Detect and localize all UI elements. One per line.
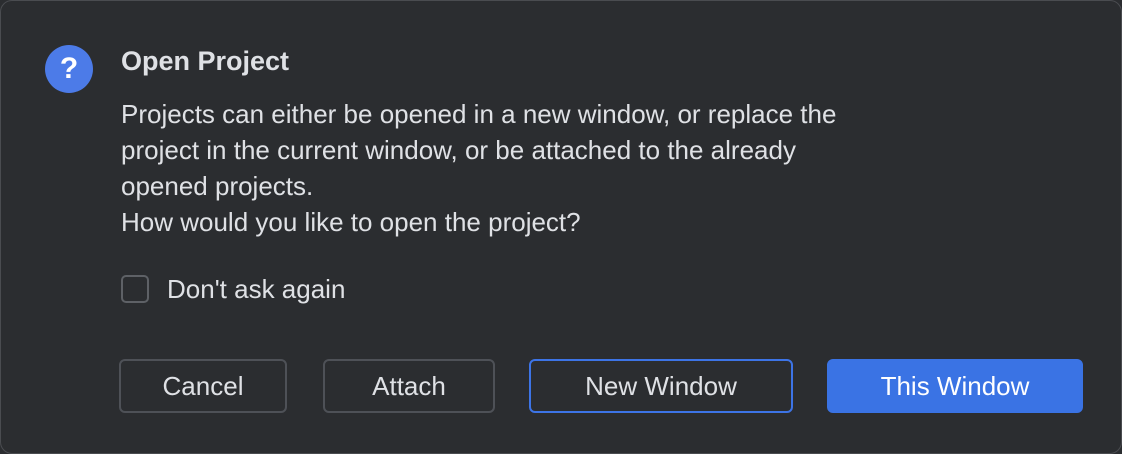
question-glyph: ? <box>59 52 79 85</box>
dialog-message: Projects can either be opened in a new w… <box>121 96 1001 240</box>
message-line: project in the current window, or be att… <box>121 135 796 165</box>
message-line: Projects can either be opened in a new w… <box>121 99 837 129</box>
attach-button[interactable]: Attach <box>323 359 495 413</box>
question-icon: ? <box>45 45 93 93</box>
new-window-button[interactable]: New Window <box>529 359 793 413</box>
message-line: opened projects. <box>121 171 314 201</box>
open-project-dialog: ? Open Project Projects can either be op… <box>0 0 1122 454</box>
dialog-title: Open Project <box>121 46 290 76</box>
dont-ask-again-row[interactable]: Don't ask again <box>121 273 345 305</box>
this-window-button[interactable]: This Window <box>827 359 1083 413</box>
message-line: How would you like to open the project? <box>121 207 581 237</box>
dont-ask-again-label[interactable]: Don't ask again <box>167 273 345 305</box>
dont-ask-again-checkbox[interactable] <box>121 275 149 303</box>
cancel-button[interactable]: Cancel <box>119 359 287 413</box>
